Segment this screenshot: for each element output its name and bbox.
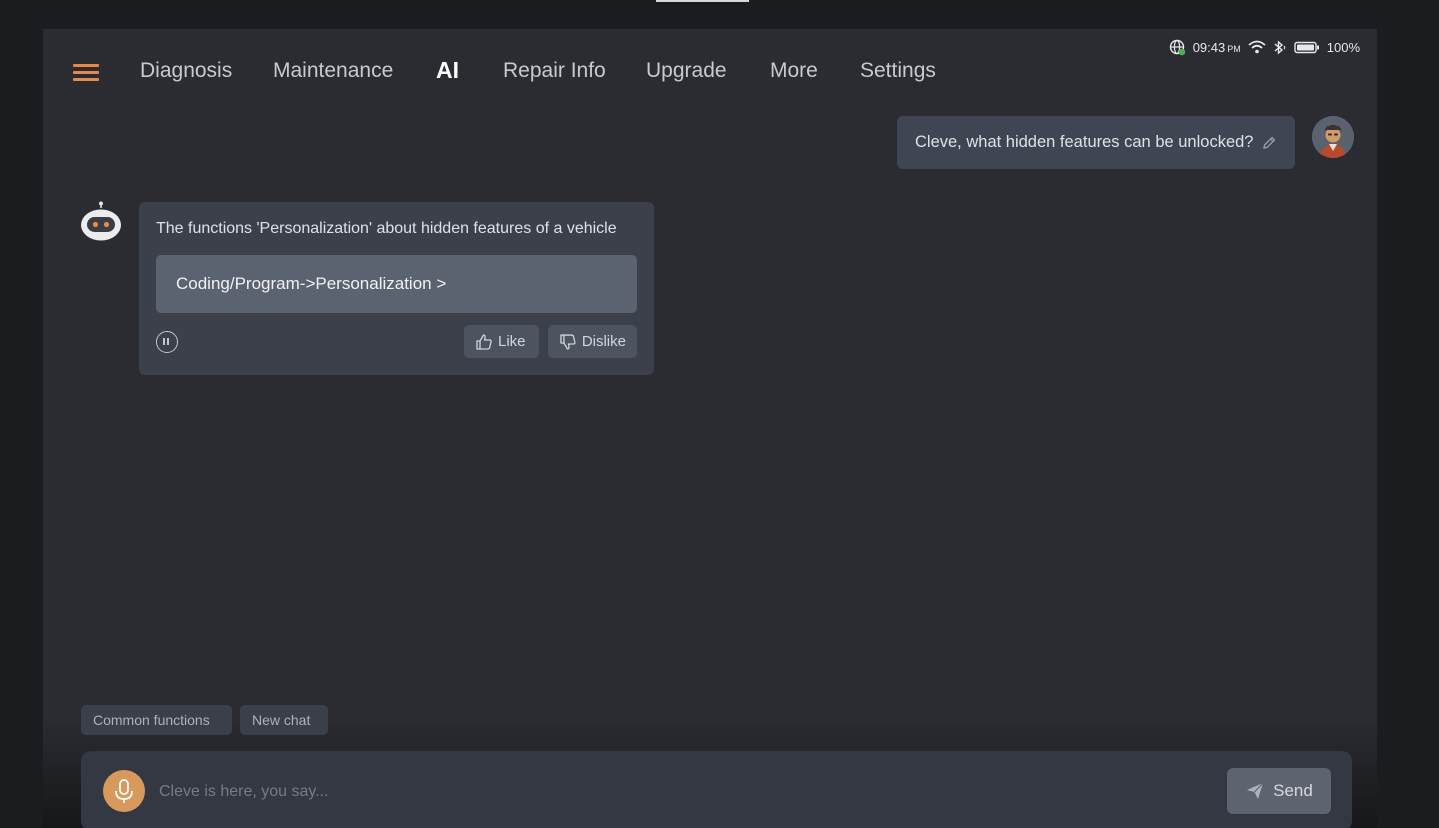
send-button[interactable]: Send (1227, 768, 1331, 814)
user-message-bubble: Cleve, what hidden features can be unloc… (897, 116, 1295, 169)
user-avatar[interactable] (1312, 116, 1354, 158)
pause-icon[interactable] (156, 331, 178, 353)
menu-icon[interactable] (73, 61, 99, 83)
globe-icon (1169, 39, 1186, 55)
battery-percent: 100% (1326, 39, 1360, 55)
tab-more[interactable]: More (770, 59, 818, 83)
like-label: Like (498, 333, 526, 350)
chat-message-input[interactable] (157, 776, 1161, 808)
app-screen: 09:43 PM 100% Diagnosis Maintenance AI Re… (43, 29, 1377, 828)
microphone-icon (115, 779, 133, 803)
top-indicator-bar (656, 0, 749, 2)
edit-icon[interactable] (1261, 135, 1277, 151)
tab-settings[interactable]: Settings (860, 59, 936, 83)
bluetooth-icon (1274, 39, 1286, 55)
like-button[interactable]: Like (464, 325, 539, 358)
personalization-link[interactable]: Coding/Program->Personalization > (156, 255, 637, 313)
dislike-label: Dislike (581, 333, 626, 350)
robot-icon (80, 201, 122, 243)
send-icon (1247, 782, 1264, 799)
status-bar: 09:43 PM 100% (1169, 38, 1360, 56)
bot-message-text: The functions 'Personalization' about hi… (156, 220, 617, 237)
tab-upgrade[interactable]: Upgrade (646, 59, 727, 83)
tab-ai[interactable]: AI (436, 57, 459, 84)
top-navigation: Diagnosis Maintenance AI Repair Info Upg… (43, 57, 1377, 89)
thumbs-up-icon (476, 333, 492, 350)
thumbs-down-icon (560, 333, 576, 350)
bot-message-card: The functions 'Personalization' about hi… (139, 202, 654, 375)
tab-diagnosis[interactable]: Diagnosis (140, 59, 232, 83)
user-message-text: Cleve, what hidden features can be unloc… (915, 133, 1254, 151)
wifi-icon (1248, 40, 1266, 54)
chat-input-bar: Send (81, 751, 1352, 828)
send-label: Send (1273, 781, 1313, 800)
tab-repair-info[interactable]: Repair Info (503, 59, 606, 83)
common-functions-chip[interactable]: Common functions (81, 705, 232, 735)
microphone-button[interactable] (103, 770, 145, 812)
status-time: 09:43 PM (1192, 39, 1241, 55)
dislike-button[interactable]: Dislike (548, 325, 637, 358)
new-chat-chip[interactable]: New chat (240, 705, 328, 735)
battery-icon (1294, 41, 1319, 53)
tab-maintenance[interactable]: Maintenance (273, 59, 393, 83)
